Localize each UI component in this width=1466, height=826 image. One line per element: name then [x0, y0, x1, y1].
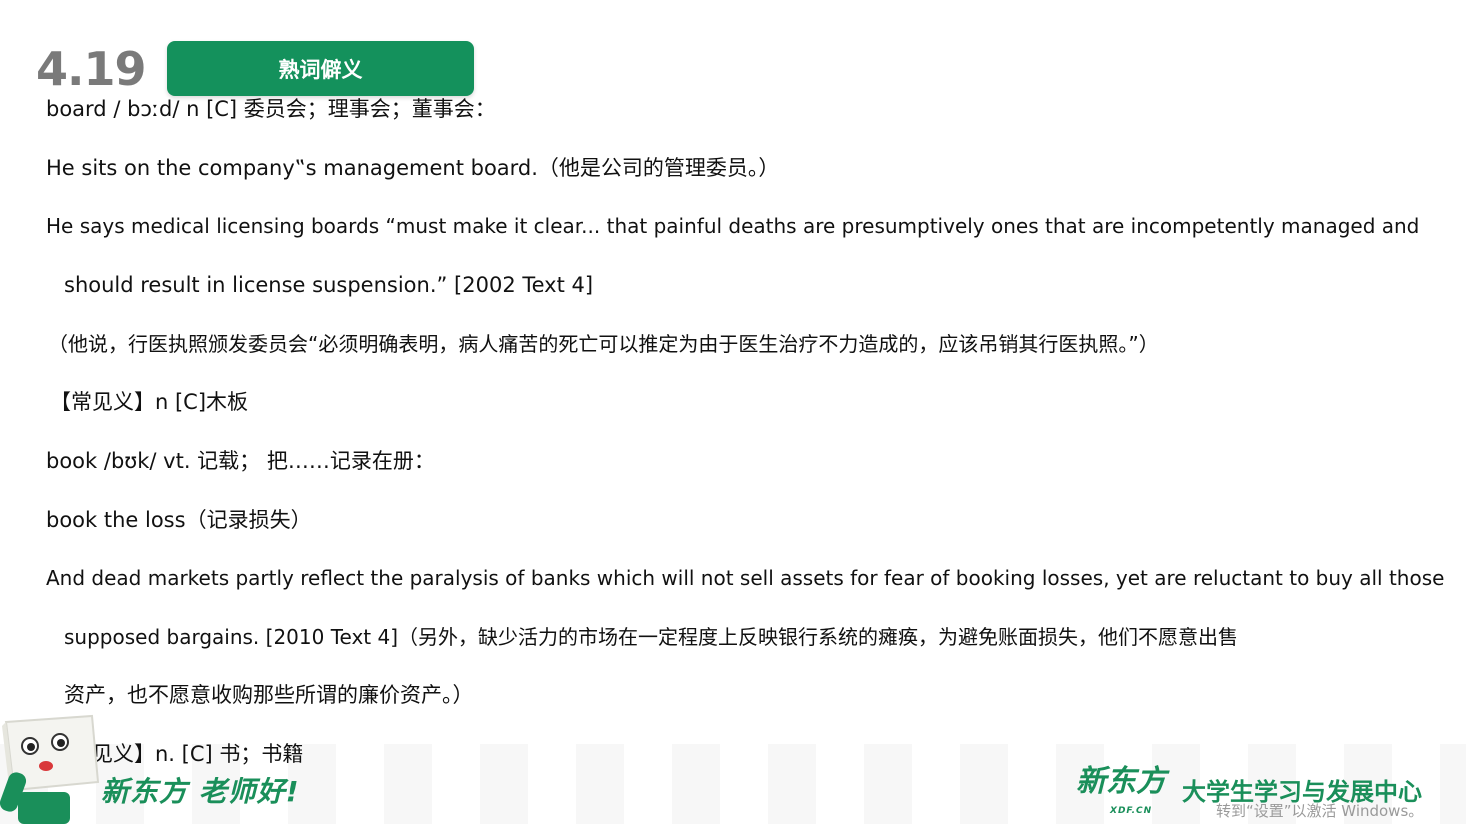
text-line-11: 资产，也不愿意收购那些所谓的廉价资产。）	[64, 683, 474, 707]
greeting-slogan: 新东方 老师好!	[101, 775, 300, 808]
date-label: 4.19	[36, 42, 146, 96]
text-line-2: He sits on the company‟s management boar…	[46, 156, 780, 180]
text-line-1: board / bɔːd/ n [C] 委员会；理事会；董事会：	[46, 97, 496, 121]
text-line-8: book the loss（记录损失）	[46, 508, 312, 532]
text-line-7: book /bʊk/ vt. 记载； 把……记录在册：	[46, 449, 435, 473]
brand-logo-text: 新东方	[1076, 764, 1166, 799]
text-line-10: supposed bargains. [2010 Text 4]（另外，缺少活力…	[64, 625, 1239, 649]
windows-activation-watermark: 转到“设置”以激活 Windows。	[1216, 802, 1424, 820]
brand-logo-subtext: XDF.CN	[1110, 806, 1153, 816]
text-line-4: should result in license suspension.” [2…	[64, 273, 594, 297]
mascot-book-icon	[0, 714, 100, 824]
text-line-6: 【常见义】n [C]木板	[50, 390, 249, 414]
brand-logo: 新东方 XDF.CN	[1076, 764, 1168, 817]
text-line-3: He says medical licensing boards “must m…	[46, 214, 1420, 238]
text-line-9: And dead markets partly reflect the para…	[46, 566, 1445, 590]
section-title-badge: 熟词僻义	[167, 41, 474, 96]
text-line-5: （他说，行医执照颁发委员会“必须明确表明，病人痛苦的死亡可以推定为由于医生治疗不…	[48, 332, 1159, 356]
